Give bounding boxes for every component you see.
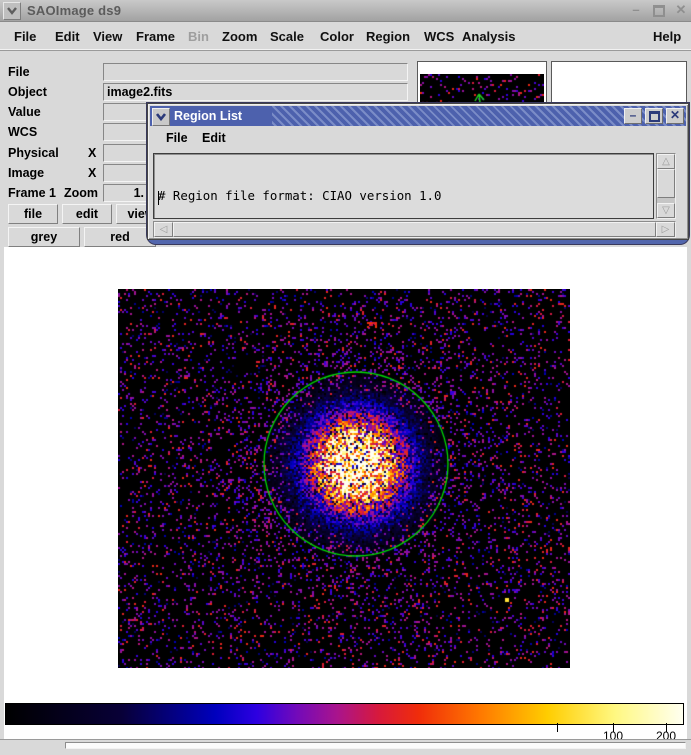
menu-color[interactable]: Color	[320, 29, 354, 44]
info-axis-image-x: X	[88, 164, 96, 182]
scroll-up-icon[interactable]: △	[657, 154, 675, 169]
buttonbar-edit[interactable]: edit	[62, 204, 112, 224]
minimize-icon[interactable]: –	[627, 2, 645, 18]
menu-view[interactable]: View	[93, 29, 122, 44]
buttonbar-red[interactable]: red	[84, 227, 156, 247]
scroll-right-icon[interactable]: ▷	[656, 222, 675, 237]
colorbar-tick	[557, 723, 558, 732]
info-label-object: Object	[8, 83, 47, 101]
window-menu-button[interactable]	[3, 2, 21, 20]
menu-analysis[interactable]: Analysis	[462, 29, 515, 44]
close-icon[interactable]: ✕	[672, 2, 690, 18]
minimize-icon[interactable]: –	[624, 108, 642, 124]
display-area: 100200	[4, 247, 687, 739]
region-dialog-menubar: File Edit	[150, 127, 686, 151]
main-menubar: File Edit View Frame Bin Zoom Scale Colo…	[0, 22, 691, 50]
info-label-value: Value	[8, 103, 41, 121]
menu-zoom[interactable]: Zoom	[222, 29, 257, 44]
maximize-icon[interactable]	[650, 2, 668, 18]
vertical-scrollbar-thumb[interactable]	[657, 169, 675, 198]
bottom-frame	[0, 739, 691, 755]
menu-help[interactable]: Help	[653, 29, 681, 44]
buttonbar-grey[interactable]: grey	[8, 227, 80, 247]
right-border	[687, 247, 691, 739]
horizontal-scrollbar-thumb[interactable]	[173, 222, 656, 237]
menu-scale[interactable]: Scale	[270, 29, 304, 44]
info-label-wcs: WCS	[8, 123, 37, 141]
vertical-scrollbar[interactable]: △ ▽	[656, 153, 676, 219]
colorbar[interactable]: 100200	[5, 703, 684, 725]
close-icon[interactable]: ✕	[666, 108, 684, 124]
info-label-frame: Frame 1	[8, 184, 56, 202]
region-list-text[interactable]: # Region file format: CIAO version 1.0 c…	[153, 153, 654, 219]
image-canvas[interactable]	[118, 289, 570, 668]
region-dialog-title: Region List	[174, 109, 242, 123]
region-menu-edit[interactable]: Edit	[202, 131, 226, 145]
chevron-down-icon	[156, 113, 166, 121]
info-label-image: Image	[8, 164, 44, 182]
main-titlebar[interactable]: SAOImage ds9 – ✕	[0, 0, 691, 22]
window-title: SAOImage ds9	[27, 3, 121, 18]
scroll-down-icon[interactable]: ▽	[657, 203, 675, 218]
scroll-left-icon[interactable]: ◁	[154, 222, 173, 237]
region-menu-file[interactable]: File	[166, 131, 188, 145]
menu-region[interactable]: Region	[366, 29, 410, 44]
info-field-file[interactable]	[103, 63, 408, 81]
bottom-scroll-strip[interactable]	[65, 742, 686, 749]
info-label-file: File	[8, 63, 30, 81]
buttonbar-file[interactable]: file	[8, 204, 58, 224]
menu-file[interactable]: File	[14, 29, 36, 44]
info-label-zoom: Zoom	[64, 184, 98, 202]
chevron-down-icon	[7, 7, 17, 15]
info-label-physical: Physical	[8, 144, 59, 162]
maximize-icon[interactable]	[645, 108, 663, 124]
menu-bin: Bin	[188, 29, 209, 44]
region-list-dialog[interactable]: Region List – ✕ File Edit # Region file …	[147, 103, 689, 244]
region-dialog-titlebar[interactable]: Region List – ✕	[150, 106, 686, 126]
menu-wcs[interactable]: WCS	[424, 29, 454, 44]
horizontal-scrollbar[interactable]: ◁ ▷	[153, 221, 676, 238]
info-axis-physical-x: X	[88, 144, 96, 162]
region-dialog-menu-button[interactable]	[152, 108, 170, 126]
menu-edit[interactable]: Edit	[55, 29, 80, 44]
text-cursor	[158, 191, 159, 205]
region-text-line: # Region file format: CIAO version 1.0	[158, 188, 653, 204]
menu-frame[interactable]: Frame	[136, 29, 175, 44]
info-field-zoom[interactable]: 1.	[103, 184, 148, 202]
info-field-object[interactable]: image2.fits	[103, 83, 408, 101]
saoimage-ds9-window: SAOImage ds9 – ✕ File Edit View Frame Bi…	[0, 0, 691, 754]
